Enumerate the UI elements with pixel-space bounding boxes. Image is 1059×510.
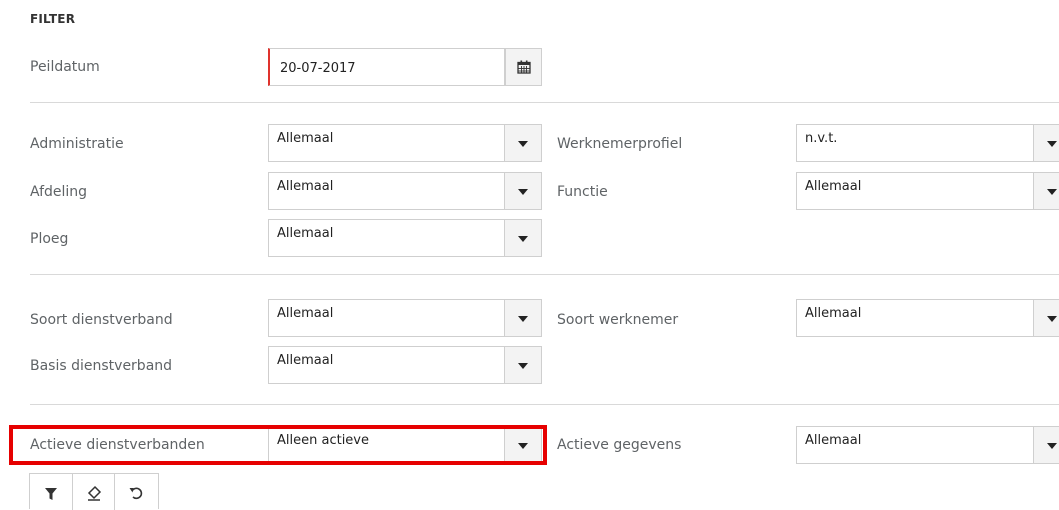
actieve-gegevens-dropdown-button[interactable] bbox=[1033, 426, 1059, 464]
administratie-dropdown-button[interactable] bbox=[504, 124, 541, 162]
eraser-icon bbox=[87, 485, 101, 501]
caret-down-icon bbox=[518, 189, 528, 195]
administratie-value: Allemaal bbox=[277, 131, 334, 146]
werknemerprofiel-dropdown-button[interactable] bbox=[1033, 124, 1059, 162]
caret-down-icon bbox=[1047, 189, 1057, 195]
highlight-box bbox=[9, 425, 547, 465]
functie-value: Allemaal bbox=[805, 179, 862, 194]
soort-dienstverband-select[interactable]: Allemaal bbox=[268, 299, 542, 337]
afdeling-value: Allemaal bbox=[277, 179, 334, 194]
administratie-label: Administratie bbox=[30, 136, 124, 152]
undo-icon bbox=[129, 487, 143, 500]
ploeg-dropdown-button[interactable] bbox=[504, 219, 541, 257]
werknemerprofiel-label: Werknemerprofiel bbox=[557, 136, 683, 152]
divider bbox=[30, 102, 1059, 103]
werknemerprofiel-select[interactable]: n.v.t. bbox=[796, 124, 1059, 162]
soort-werknemer-value: Allemaal bbox=[805, 306, 862, 321]
caret-down-icon bbox=[1047, 443, 1057, 449]
functie-dropdown-button[interactable] bbox=[1033, 172, 1059, 210]
soort-dienstverband-value: Allemaal bbox=[277, 306, 334, 321]
peildatum-label: Peildatum bbox=[30, 59, 100, 75]
basis-dienstverband-dropdown-button[interactable] bbox=[504, 346, 541, 384]
undo-button[interactable] bbox=[115, 474, 158, 510]
functie-select[interactable]: Allemaal bbox=[796, 172, 1059, 210]
calendar-icon bbox=[517, 60, 531, 74]
basis-dienstverband-select[interactable]: Allemaal bbox=[268, 346, 542, 384]
soort-werknemer-label: Soort werknemer bbox=[557, 312, 679, 328]
basis-dienstverband-value: Allemaal bbox=[277, 353, 334, 368]
filter-icon bbox=[45, 488, 57, 500]
caret-down-icon bbox=[518, 236, 528, 242]
afdeling-select[interactable]: Allemaal bbox=[268, 172, 542, 210]
peildatum-input[interactable]: 20-07-2017 bbox=[268, 48, 505, 86]
filter-title: FILTER bbox=[30, 12, 76, 26]
afdeling-label: Afdeling bbox=[30, 184, 88, 200]
clear-filter-button[interactable] bbox=[73, 474, 116, 510]
caret-down-icon bbox=[1047, 141, 1057, 147]
actieve-gegevens-select[interactable]: Allemaal bbox=[796, 426, 1059, 464]
soort-dienstverband-dropdown-button[interactable] bbox=[504, 299, 541, 337]
caret-down-icon bbox=[518, 316, 528, 322]
divider bbox=[30, 404, 1059, 405]
soort-werknemer-dropdown-button[interactable] bbox=[1033, 299, 1059, 337]
apply-filter-button[interactable] bbox=[30, 474, 73, 510]
ploeg-label: Ploeg bbox=[30, 231, 69, 247]
functie-label: Functie bbox=[557, 184, 608, 200]
basis-dienstverband-label: Basis dienstverband bbox=[30, 358, 173, 374]
caret-down-icon bbox=[518, 141, 528, 147]
werknemerprofiel-value: n.v.t. bbox=[805, 131, 838, 146]
afdeling-dropdown-button[interactable] bbox=[504, 172, 541, 210]
divider bbox=[30, 274, 1059, 275]
actieve-gegevens-label: Actieve gegevens bbox=[557, 437, 682, 453]
ploeg-value: Allemaal bbox=[277, 226, 334, 241]
administratie-select[interactable]: Allemaal bbox=[268, 124, 542, 162]
soort-dienstverband-label: Soort dienstverband bbox=[30, 312, 173, 328]
calendar-button[interactable] bbox=[505, 48, 542, 86]
ploeg-select[interactable]: Allemaal bbox=[268, 219, 542, 257]
filter-toolbar bbox=[29, 473, 159, 510]
soort-werknemer-select[interactable]: Allemaal bbox=[796, 299, 1059, 337]
actieve-gegevens-value: Allemaal bbox=[805, 433, 862, 448]
caret-down-icon bbox=[518, 363, 528, 369]
caret-down-icon bbox=[1047, 316, 1057, 322]
